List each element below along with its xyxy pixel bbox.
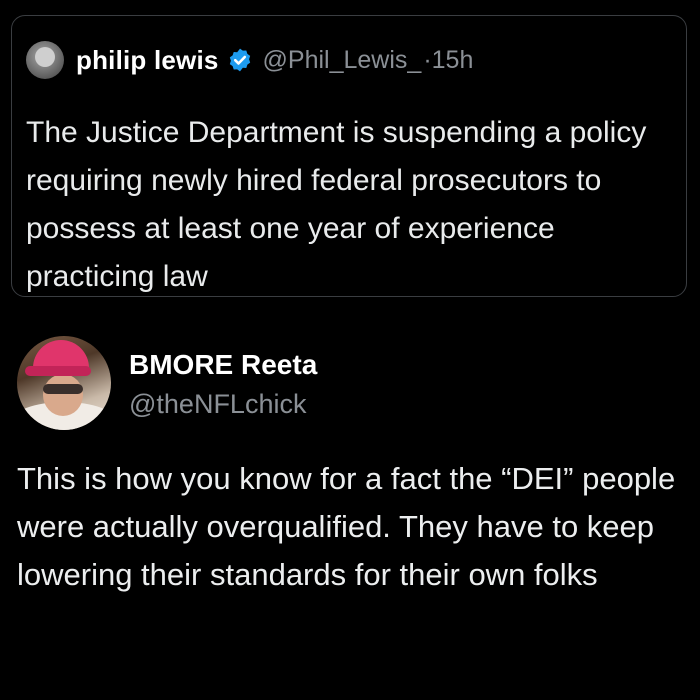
quoted-author-avatar[interactable] <box>26 41 64 79</box>
verified-badge-icon <box>229 48 250 72</box>
avatar-glasses <box>43 384 83 394</box>
reply-tweet-text: This is how you know for a fact the “DEI… <box>17 461 676 592</box>
quoted-tweet-header: philip lewis @Phil_Lewis_ ·15h <box>26 40 473 80</box>
reply-author-avatar[interactable] <box>17 336 111 430</box>
avatar-face <box>43 374 83 416</box>
quoted-tweet-card[interactable]: philip lewis @Phil_Lewis_ ·15h The Justi… <box>11 15 687 297</box>
reply-author-handle[interactable]: @theNFLchick <box>129 389 306 420</box>
quoted-tweet-text: The Justice Department is suspending a p… <box>26 116 647 293</box>
reply-author-name[interactable]: BMORE Reeta <box>129 349 317 381</box>
quoted-author-handle[interactable]: @Phil_Lewis_ <box>263 46 422 75</box>
quoted-author-name[interactable]: philip lewis <box>76 45 219 76</box>
quoted-tweet-time[interactable]: ·15h <box>423 46 473 75</box>
avatar-hat-brim <box>25 366 91 376</box>
